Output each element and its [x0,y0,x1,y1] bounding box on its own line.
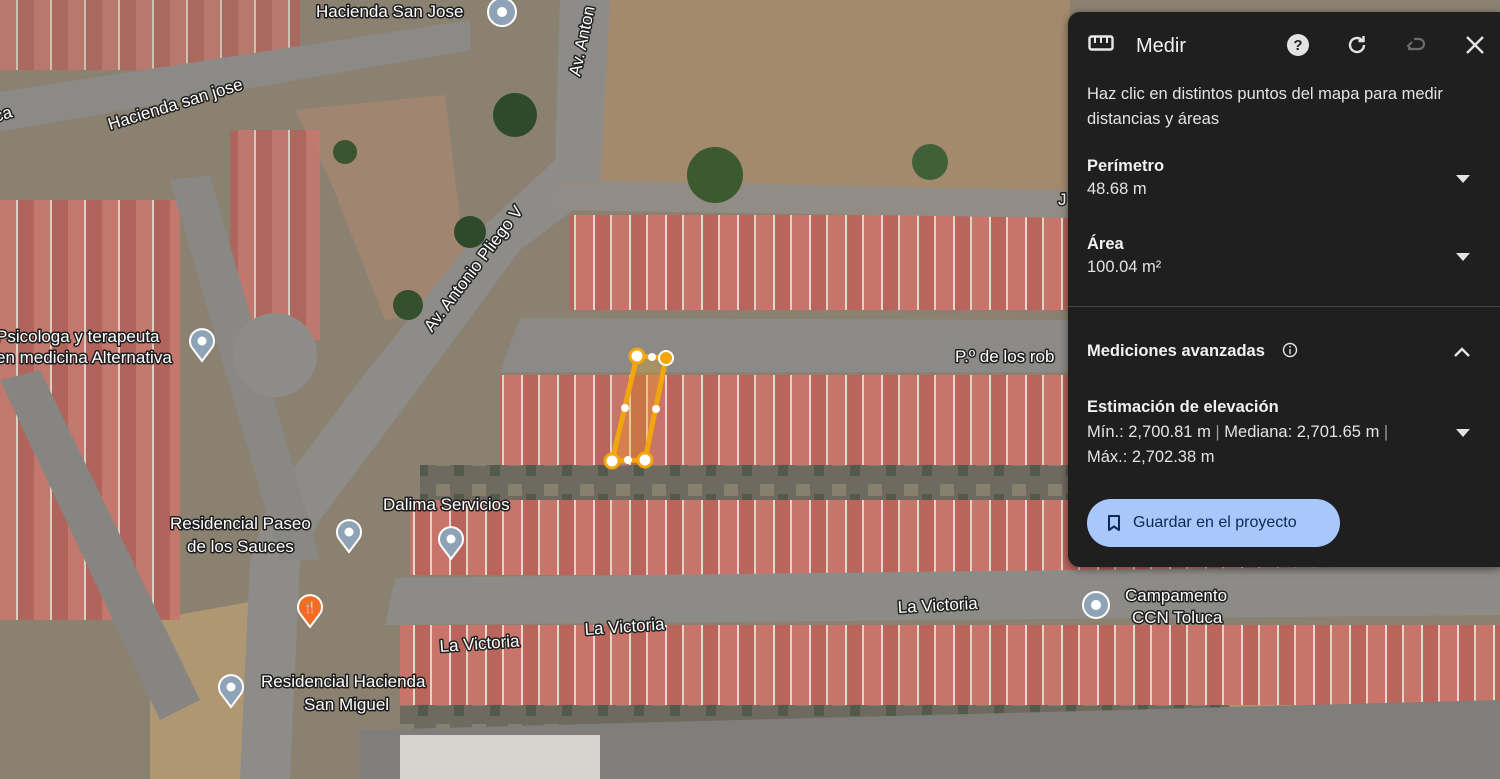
place-label[interactable]: Hacienda San Jose [315,1,465,23]
backyards-row [420,465,1070,505]
area-row[interactable]: Área 100.04 m² [1087,235,1482,277]
info-icon[interactable] [1282,342,1298,358]
area-label: Área [1087,235,1124,253]
undo-icon[interactable] [1404,33,1428,57]
road-label: J [1058,190,1067,209]
elevation-label: Estimación de elevación [1087,398,1279,416]
divider [1068,306,1500,307]
place-label[interactable]: CCN Toluca [1131,607,1225,629]
measure-midpoint[interactable] [652,405,660,413]
svg-text:?: ? [1293,37,1302,54]
tree [493,93,537,137]
measure-vertex[interactable] [603,452,621,470]
place-label[interactable]: de los Sauces [186,536,296,558]
cul-de-sac [233,313,317,397]
place-label[interactable]: Psicologa y terapeuta [0,326,162,348]
houses-row-2 [500,375,1070,465]
measure-midpoint[interactable] [648,353,656,361]
houses-row-1 [570,215,1070,310]
separator: | [1383,423,1389,441]
measure-midpoint[interactable] [621,404,629,412]
parking-lot [400,735,600,779]
place-pin[interactable] [487,0,517,27]
place-label[interactable]: San Miguel [303,694,391,716]
chevron-down-icon[interactable] [1456,175,1470,183]
advanced-measurements-label[interactable]: Mediciones avanzadas [1087,342,1265,361]
measure-vertex[interactable] [636,451,654,469]
vacant-lot [600,0,1070,195]
place-pin[interactable] [1082,591,1110,619]
save-to-project-button[interactable]: Guardar en el proyecto [1087,499,1340,547]
svg-text:🍴: 🍴 [303,601,317,614]
measure-panel: Medir ? Haz clic en distintos puntos del… [1068,12,1500,567]
houses-row-4 [400,625,1500,705]
panel-title: Medir [1136,35,1187,57]
save-button-label: Guardar en el proyecto [1133,514,1297,531]
perimeter-row[interactable]: Perímetro 48.68 m [1087,157,1482,199]
place-label[interactable]: Residencial Paseo [169,513,313,535]
place-label[interactable]: Dalima Servicios [382,494,512,516]
elevation-min: Mín.: 2,700.81 m [1087,423,1211,441]
elevation-median: Mediana: 2,701.65 m [1224,423,1380,441]
elevation-max: Máx.: 2,702.38 m [1087,448,1215,466]
refresh-icon[interactable] [1345,33,1369,57]
place-label[interactable]: Residencial Hacienda [260,671,428,693]
separator: | [1215,423,1225,441]
measure-vertex-active[interactable] [658,350,674,366]
close-icon[interactable] [1463,33,1487,57]
panel-description: Haz clic en distintos puntos del mapa pa… [1087,85,1443,128]
elevation-block[interactable]: Estimación de elevación Mín.: 2,700.81 m… [1087,398,1417,470]
place-label[interactable]: Campamento [1124,585,1229,607]
tree [687,147,743,203]
perimeter-value: 48.68 m [1087,180,1147,198]
tree [333,140,357,164]
perimeter-label: Perímetro [1087,157,1165,175]
bookmark-icon [1108,515,1120,531]
place-label[interactable]: en medicina Alternativa [0,347,174,369]
chevron-down-icon[interactable] [1456,253,1470,261]
tree [393,290,423,320]
help-icon[interactable]: ? [1286,33,1310,57]
chevron-down-icon[interactable] [1456,429,1470,437]
tree [912,144,948,180]
road-label: P.º de los rob [955,347,1054,366]
chevron-up-icon[interactable] [1454,347,1470,357]
measure-midpoint[interactable] [624,456,632,464]
ruler-icon [1088,35,1114,51]
panel-header: Medir ? [1068,12,1500,76]
area-value: 100.04 m² [1087,258,1162,276]
measure-vertex[interactable] [628,347,646,365]
